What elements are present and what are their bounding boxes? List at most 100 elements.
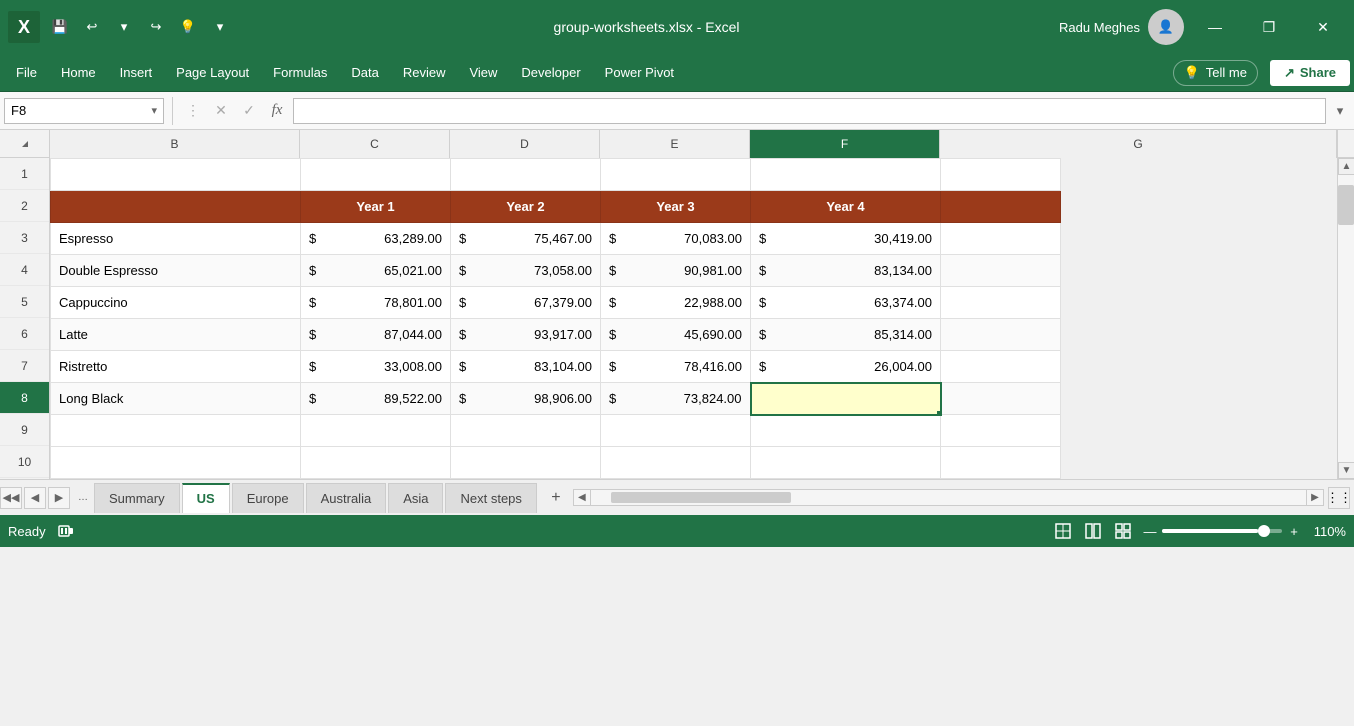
cell-g2[interactable]: [941, 191, 1061, 223]
cell-f5[interactable]: $63,374.00: [751, 287, 941, 319]
undo-dropdown[interactable]: ▾: [110, 13, 138, 41]
cell-g4[interactable]: [941, 255, 1061, 287]
cell-c5[interactable]: $78,801.00: [301, 287, 451, 319]
cell-f3[interactable]: $30,419.00: [751, 223, 941, 255]
hscroll-left-button[interactable]: ◀: [574, 489, 591, 506]
cell-b9[interactable]: [51, 415, 301, 447]
tab-first-button[interactable]: ◀◀: [0, 487, 22, 509]
lightbulb-button[interactable]: 💡: [174, 13, 202, 41]
row-num-8[interactable]: 8: [0, 382, 49, 414]
horizontal-scrollbar[interactable]: ◀ ▶: [573, 489, 1324, 506]
cell-d5[interactable]: $67,379.00: [451, 287, 601, 319]
cell-b10[interactable]: [51, 447, 301, 479]
cell-g10[interactable]: [941, 447, 1061, 479]
scroll-down-button[interactable]: ▼: [1338, 462, 1354, 479]
row-num-1[interactable]: 1: [0, 158, 49, 190]
cell-d8[interactable]: $98,906.00: [451, 383, 601, 415]
scroll-track[interactable]: [1338, 175, 1354, 462]
cell-g5[interactable]: [941, 287, 1061, 319]
sheet-tab-summary[interactable]: Summary: [94, 483, 180, 513]
row-num-10[interactable]: 10: [0, 446, 49, 478]
vertical-scrollbar[interactable]: ▲ ▼: [1337, 158, 1354, 479]
save-button[interactable]: 💾: [46, 13, 74, 41]
sheet-tab-europe[interactable]: Europe: [232, 483, 304, 513]
cell-g7[interactable]: [941, 351, 1061, 383]
hscroll-track[interactable]: [591, 490, 1306, 505]
cell-f4[interactable]: $83,134.00: [751, 255, 941, 287]
name-box-arrow[interactable]: ▾: [151, 104, 157, 117]
cell-c3[interactable]: $63,289.00: [301, 223, 451, 255]
cell-c6[interactable]: $87,044.00: [301, 319, 451, 351]
page-break-view-button[interactable]: [1112, 520, 1134, 542]
tab-prev-button[interactable]: ◀: [24, 487, 46, 509]
cell-e9[interactable]: [601, 415, 751, 447]
restore-button[interactable]: ❐: [1246, 11, 1292, 43]
menu-insert[interactable]: Insert: [108, 59, 165, 86]
cell-f1[interactable]: [751, 159, 941, 191]
sheet-tab-next-steps[interactable]: Next steps: [445, 483, 536, 513]
customize-button[interactable]: ▾: [206, 13, 234, 41]
close-button[interactable]: ✕: [1300, 11, 1346, 43]
tab-next-button[interactable]: ▶: [48, 487, 70, 509]
cell-e5[interactable]: $22,988.00: [601, 287, 751, 319]
add-sheet-button[interactable]: +: [543, 485, 569, 511]
redo-button[interactable]: ↪: [142, 13, 170, 41]
row-num-6[interactable]: 6: [0, 318, 49, 350]
col-header-d[interactable]: D: [450, 130, 600, 158]
cell-e4[interactable]: $90,981.00: [601, 255, 751, 287]
cell-d2[interactable]: Year 2: [451, 191, 601, 223]
menu-view[interactable]: View: [457, 59, 509, 86]
minimize-button[interactable]: —: [1192, 11, 1238, 43]
cell-f7[interactable]: $26,004.00: [751, 351, 941, 383]
formula-options-button[interactable]: ⋮: [181, 99, 205, 123]
cell-c2[interactable]: Year 1: [301, 191, 451, 223]
cell-b4[interactable]: Double Espresso: [51, 255, 301, 287]
col-header-e[interactable]: E: [600, 130, 750, 158]
hscroll-thumb[interactable]: [611, 492, 791, 503]
cell-f6[interactable]: $85,314.00: [751, 319, 941, 351]
col-header-f[interactable]: F: [750, 130, 940, 158]
cell-g1[interactable]: [941, 159, 1061, 191]
cell-d6[interactable]: $93,917.00: [451, 319, 601, 351]
cell-b7[interactable]: Ristretto: [51, 351, 301, 383]
formula-expand-button[interactable]: ▾: [1330, 103, 1350, 119]
cell-f2[interactable]: Year 4: [751, 191, 941, 223]
sheet-tab-us[interactable]: US: [182, 483, 230, 513]
col-header-c[interactable]: C: [300, 130, 450, 158]
sheet-tab-australia[interactable]: Australia: [306, 483, 387, 513]
cell-d4[interactable]: $73,058.00: [451, 255, 601, 287]
col-header-b[interactable]: B: [50, 130, 300, 158]
formula-input-area[interactable]: [293, 98, 1326, 124]
cancel-formula-button[interactable]: ✕: [209, 99, 233, 123]
cell-d3[interactable]: $75,467.00: [451, 223, 601, 255]
cell-e8[interactable]: $73,824.00: [601, 383, 751, 415]
cell-b6[interactable]: Latte: [51, 319, 301, 351]
menu-file[interactable]: File: [4, 59, 49, 86]
menu-developer[interactable]: Developer: [509, 59, 592, 86]
row-num-9[interactable]: 9: [0, 414, 49, 446]
zoom-slider[interactable]: [1162, 529, 1282, 533]
menu-home[interactable]: Home: [49, 59, 108, 86]
cell-e2[interactable]: Year 3: [601, 191, 751, 223]
menu-power-pivot[interactable]: Power Pivot: [593, 59, 686, 86]
insert-function-button[interactable]: fx: [265, 99, 289, 123]
zoom-level[interactable]: 110%: [1306, 524, 1346, 539]
zoom-in-button[interactable]: +: [1286, 523, 1302, 539]
cell-c10[interactable]: [301, 447, 451, 479]
cell-b5[interactable]: Cappuccino: [51, 287, 301, 319]
cell-e7[interactable]: $78,416.00: [601, 351, 751, 383]
cell-e6[interactable]: $45,690.00: [601, 319, 751, 351]
cell-d9[interactable]: [451, 415, 601, 447]
row-num-2[interactable]: 2: [0, 190, 49, 222]
sheet-tab-asia[interactable]: Asia: [388, 483, 443, 513]
page-layout-view-button[interactable]: [1082, 520, 1104, 542]
menu-data[interactable]: Data: [339, 59, 390, 86]
cell-e3[interactable]: $70,083.00: [601, 223, 751, 255]
cell-f8[interactable]: [751, 383, 941, 415]
cell-g3[interactable]: [941, 223, 1061, 255]
zoom-thumb[interactable]: [1258, 525, 1270, 537]
sheet-options-button[interactable]: ⋮⋮: [1328, 487, 1350, 509]
menu-review[interactable]: Review: [391, 59, 458, 86]
tell-me-box[interactable]: 💡 Tell me: [1173, 60, 1258, 86]
cell-b2[interactable]: [51, 191, 301, 223]
